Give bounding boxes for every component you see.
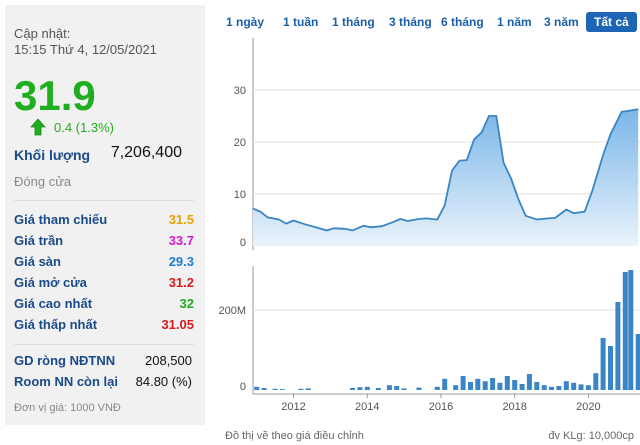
volume-bar	[434, 386, 440, 390]
volume-bar	[628, 270, 634, 390]
x-tick-label: 2012	[281, 401, 305, 413]
volume-bar	[608, 346, 613, 390]
price-tick-label: 20	[234, 137, 246, 149]
volume-bar	[254, 386, 260, 390]
volume-tick-label: 0	[240, 381, 246, 393]
volume-bar	[578, 384, 584, 390]
volume-bar	[549, 386, 554, 390]
volume-bar	[468, 382, 473, 390]
volume-bar	[615, 302, 621, 390]
price-tick-label: 0	[240, 237, 246, 249]
volume-bar	[593, 373, 599, 390]
volume-bar	[512, 380, 518, 390]
x-tick-label: 2014	[355, 401, 379, 413]
volume-bar	[490, 378, 496, 390]
volume-bar	[460, 376, 466, 390]
volume-bar	[386, 385, 392, 390]
volume-bar	[635, 334, 640, 390]
volume-bar	[526, 374, 532, 390]
volume-bar	[482, 381, 488, 390]
volume-bar	[600, 338, 606, 390]
price-tick-label: 10	[234, 189, 246, 201]
volume-bar	[622, 272, 628, 390]
volume-bar	[442, 378, 448, 390]
volume-bar	[394, 386, 400, 390]
volume-bar	[350, 388, 355, 390]
chart-footnote: Đồ thị vẽ theo giá điều chỉnh	[225, 430, 364, 442]
stock-chart: 0 10 20 30 0 200M 2012 2014 2016 2018 2020	[218, 38, 640, 413]
volume-bar	[519, 384, 525, 390]
x-tick-label: 2020	[576, 401, 600, 413]
volume-bar	[298, 388, 304, 390]
volume-bar	[497, 382, 503, 390]
volume-bar	[401, 388, 407, 390]
volume-bar	[357, 387, 363, 390]
volume-unit-note: đv KLg: 10,000cp	[548, 430, 634, 442]
x-tick-label: 2016	[429, 401, 453, 413]
volume-bar	[556, 386, 562, 390]
volume-bar	[585, 385, 591, 390]
volume-bar	[375, 388, 381, 390]
volume-bar	[280, 389, 285, 390]
volume-bar	[563, 381, 569, 390]
x-tick-label: 2018	[502, 401, 526, 413]
volume-bar	[475, 378, 481, 390]
volume-bar	[534, 382, 540, 390]
volume-bar	[261, 388, 267, 390]
volume-bar	[416, 387, 422, 390]
volume-bar	[504, 376, 510, 390]
volume-bar	[453, 385, 459, 390]
volume-bar	[272, 388, 278, 390]
volume-bar	[541, 385, 547, 390]
volume-bar	[305, 388, 311, 390]
volume-bar	[571, 382, 577, 390]
price-tick-label: 30	[234, 85, 246, 97]
volume-bar	[364, 386, 370, 390]
volume-tick-label: 200M	[218, 305, 246, 317]
